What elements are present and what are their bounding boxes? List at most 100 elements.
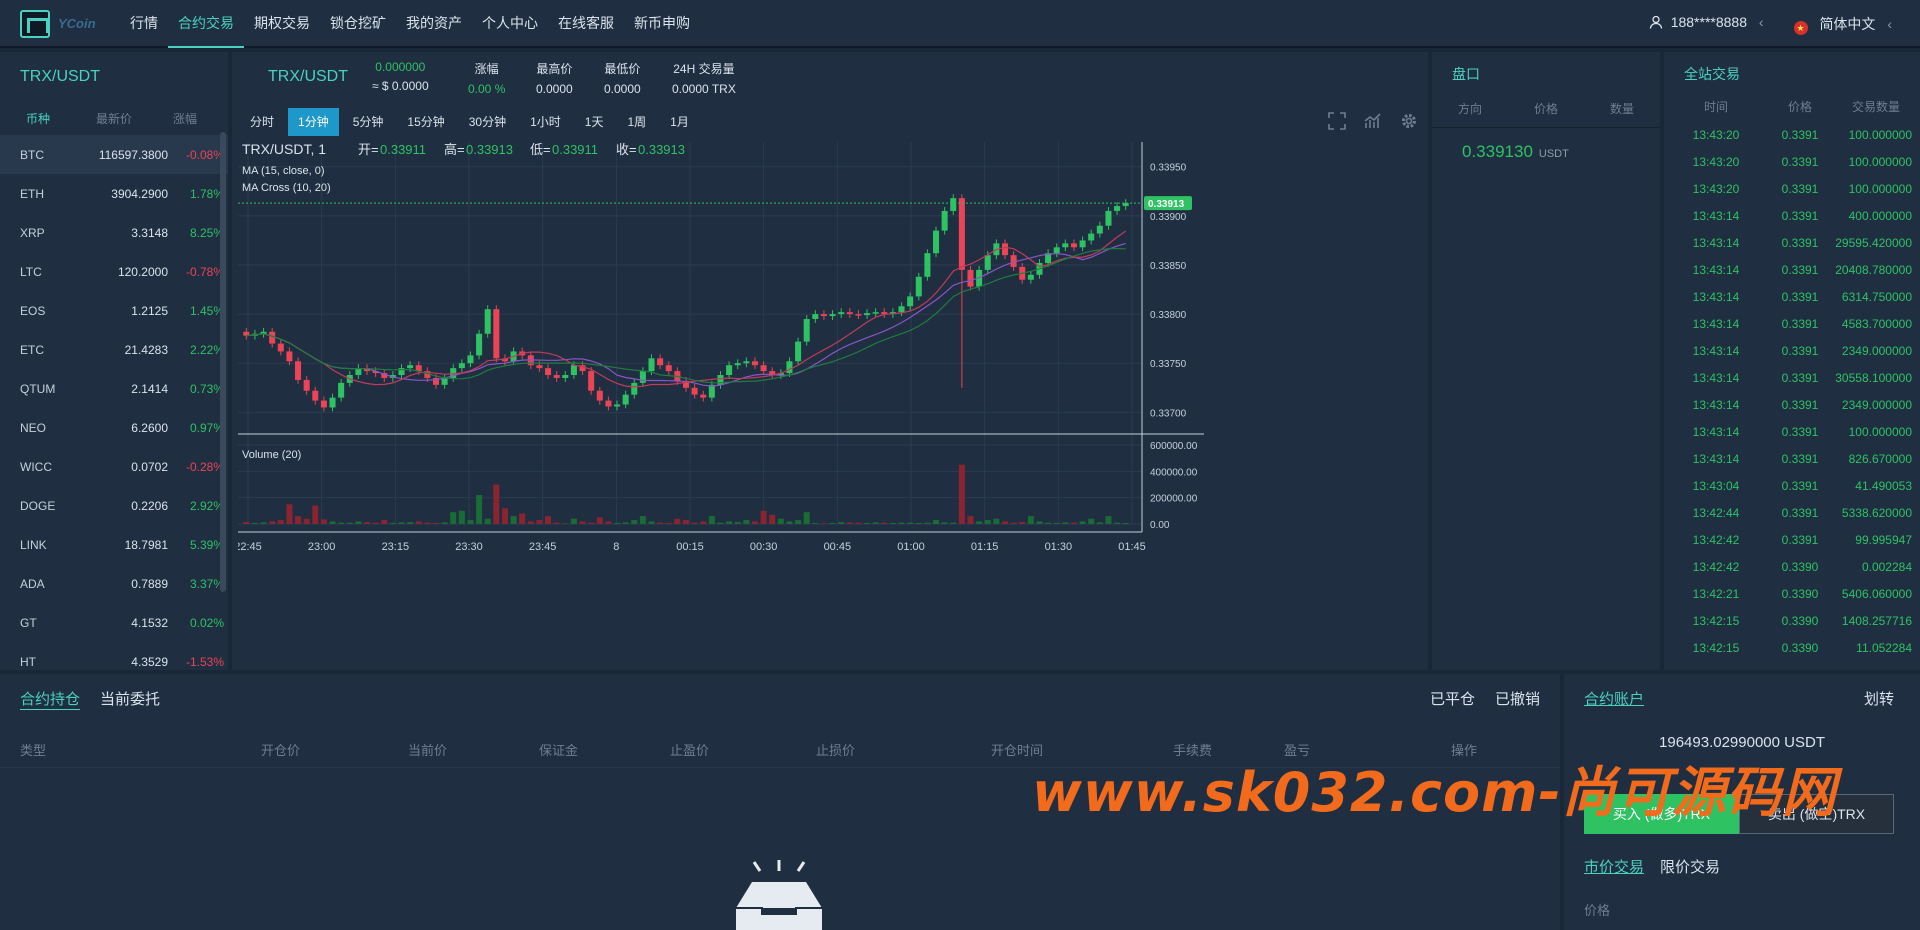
market-row[interactable]: QTUM 2.1414 0.73% bbox=[0, 369, 228, 408]
x-tick-label: 22:45 bbox=[238, 541, 262, 553]
market-row[interactable]: EOS 1.2125 1.45% bbox=[0, 291, 228, 330]
trade-amount: 5338.620000 bbox=[1841, 505, 1912, 520]
language-label: 简体中文 bbox=[1819, 16, 1876, 32]
menu-item-staking[interactable]: 锁仓挖矿 bbox=[320, 0, 396, 48]
volume-bar bbox=[717, 522, 724, 524]
watermark: www.sk032.com-尚可源码网 bbox=[1032, 761, 1837, 824]
tab-1min[interactable]: 1分钟 bbox=[288, 108, 339, 136]
candle-body bbox=[295, 361, 302, 380]
tab-1hour[interactable]: 1小时 bbox=[520, 108, 571, 136]
market-row[interactable]: HT 4.3529 -1.53% bbox=[0, 642, 228, 670]
fullscreen-icon[interactable] bbox=[1328, 112, 1346, 130]
menu-item-market[interactable]: 行情 bbox=[120, 0, 168, 48]
menu-item-ipo[interactable]: 新币申购 bbox=[624, 0, 700, 48]
trade-amount: 0.002284 bbox=[1861, 559, 1912, 574]
volume-bar bbox=[286, 504, 293, 524]
tab-30min[interactable]: 30分钟 bbox=[459, 108, 516, 136]
menu-item-support[interactable]: 在线客服 bbox=[548, 0, 624, 48]
market-price: 0.7889 bbox=[131, 576, 168, 591]
tab-1month[interactable]: 1月 bbox=[660, 108, 699, 136]
market-row[interactable]: LTC 120.2000 -0.78% bbox=[0, 252, 228, 291]
market-row[interactable]: DOGE 0.2206 2.92% bbox=[0, 486, 228, 525]
volume-bar bbox=[976, 521, 983, 524]
market-row[interactable]: NEO 6.2600 0.97% bbox=[0, 408, 228, 447]
language-menu[interactable]: ★ 简体中文 ‹ bbox=[1793, 14, 1892, 35]
col-last-price[interactable]: 最新价 bbox=[76, 110, 152, 127]
market-row[interactable]: XRP 3.3148 8.25% bbox=[0, 213, 228, 252]
tab-limit-order[interactable]: 限价交易 bbox=[1660, 856, 1720, 877]
market-row[interactable]: ADA 0.7889 3.37% bbox=[0, 564, 228, 603]
market-row[interactable]: ETH 3904.2900 1.78% bbox=[0, 174, 228, 213]
user-menu[interactable]: 188****8888 ‹ bbox=[1649, 14, 1764, 35]
col-coin[interactable]: 币种 bbox=[0, 110, 76, 127]
volume-bar bbox=[269, 521, 276, 524]
volume-bar bbox=[855, 522, 862, 524]
candle-body bbox=[639, 371, 646, 383]
market-change: 3.37% bbox=[189, 576, 224, 591]
tab-cancelled[interactable]: 已撤销 bbox=[1495, 688, 1540, 709]
low-label: 最低价 bbox=[604, 62, 641, 76]
book-current-price: 0.339130 USDT bbox=[1432, 128, 1660, 176]
candle-body bbox=[536, 365, 543, 369]
transfer-button[interactable]: 划转 bbox=[1864, 688, 1894, 709]
menu-item-options[interactable]: 期权交易 bbox=[244, 0, 320, 48]
volume-bar bbox=[1036, 521, 1043, 524]
trade-time: 13:42:15 bbox=[1692, 613, 1740, 628]
market-row[interactable]: WICC 0.0702 -0.28% bbox=[0, 447, 228, 486]
candle-body bbox=[872, 312, 879, 314]
change-value: 0.00 % bbox=[468, 82, 506, 96]
logo-icon[interactable] bbox=[20, 10, 50, 38]
tab-positions[interactable]: 合约持仓 bbox=[20, 688, 81, 710]
volume-bar bbox=[1096, 522, 1103, 524]
menu-item-profile[interactable]: 个人中心 bbox=[472, 0, 548, 48]
market-row[interactable]: GT 4.1532 0.02% bbox=[0, 603, 228, 642]
tab-15min[interactable]: 15分钟 bbox=[397, 108, 454, 136]
gear-icon[interactable] bbox=[1400, 112, 1418, 130]
indicator-icon[interactable] bbox=[1364, 112, 1382, 130]
trade-row: 13:43:14 0.3391 100.000000 bbox=[1664, 418, 1920, 445]
market-symbol: BTC bbox=[20, 147, 44, 162]
candlestick-chart[interactable]: 22:45 23:00 23:15 23:30 23:45 8 00:15 00:30 00:4… bbox=[238, 142, 1424, 666]
tab-1day[interactable]: 1天 bbox=[575, 108, 614, 136]
tab-open-orders[interactable]: 当前委托 bbox=[100, 688, 160, 710]
price-tick-label: 0.33750 bbox=[1150, 359, 1187, 370]
ticker-volume: 24H 交易量 0.0000 TRX bbox=[672, 60, 736, 96]
volume-bar bbox=[1105, 516, 1112, 524]
ohlc-value: 0.33913 bbox=[638, 142, 685, 157]
volume-bar bbox=[398, 522, 405, 524]
volume-bar bbox=[777, 518, 784, 524]
ticker-low: 最低价 0.0000 bbox=[604, 60, 641, 96]
trade-time: 13:43:14 bbox=[1692, 424, 1740, 439]
trade-time: 13:43:04 bbox=[1692, 478, 1740, 493]
trade-amount: 99.995947 bbox=[1855, 532, 1912, 547]
account-title[interactable]: 合约账户 bbox=[1584, 688, 1644, 709]
trade-row: 13:43:14 0.3391 826.670000 bbox=[1664, 445, 1920, 472]
menu-item-contract[interactable]: 合约交易 bbox=[168, 0, 244, 48]
chevron-left-icon: ‹ bbox=[1887, 16, 1892, 32]
market-row[interactable]: BTC 116597.3800 -0.08% bbox=[0, 135, 228, 174]
trade-row: 13:42:21 0.3390 5406.060000 bbox=[1664, 580, 1920, 607]
trades-title: 全站交易 bbox=[1684, 66, 1740, 82]
chart-panel: TRX/USDT 0.000000 ≈ $ 0.0000 涨幅 0.00 % 最… bbox=[232, 52, 1428, 670]
tab-market-order[interactable]: 市价交易 bbox=[1584, 856, 1644, 877]
menu-item-assets[interactable]: 我的资产 bbox=[396, 0, 472, 48]
tab-1week[interactable]: 1周 bbox=[617, 108, 656, 136]
market-price: 3.3148 bbox=[131, 225, 168, 240]
trade-price: 0.3391 bbox=[1781, 235, 1819, 250]
col-change[interactable]: 涨幅 bbox=[152, 110, 218, 127]
tab-timeline[interactable]: 分时 bbox=[240, 108, 284, 136]
trade-amount: 29595.420000 bbox=[1835, 235, 1912, 250]
trade-amount: 400.000000 bbox=[1848, 208, 1912, 223]
market-row[interactable]: LINK 18.7981 5.39% bbox=[0, 525, 228, 564]
col-amount: 数量 bbox=[1609, 102, 1634, 116]
volume-bar bbox=[829, 522, 836, 524]
tab-closed[interactable]: 已平仓 bbox=[1430, 688, 1475, 709]
candle-body bbox=[726, 365, 733, 376]
market-row[interactable]: ETC 21.4283 2.22% bbox=[0, 330, 228, 369]
candle-body bbox=[1096, 225, 1103, 234]
logo-text[interactable]: YCoin bbox=[58, 16, 96, 31]
ticker-pair: TRX/USDT bbox=[268, 68, 348, 85]
tab-5min[interactable]: 5分钟 bbox=[343, 108, 394, 136]
scrollbar[interactable] bbox=[220, 132, 226, 592]
volume-bar bbox=[958, 464, 965, 524]
